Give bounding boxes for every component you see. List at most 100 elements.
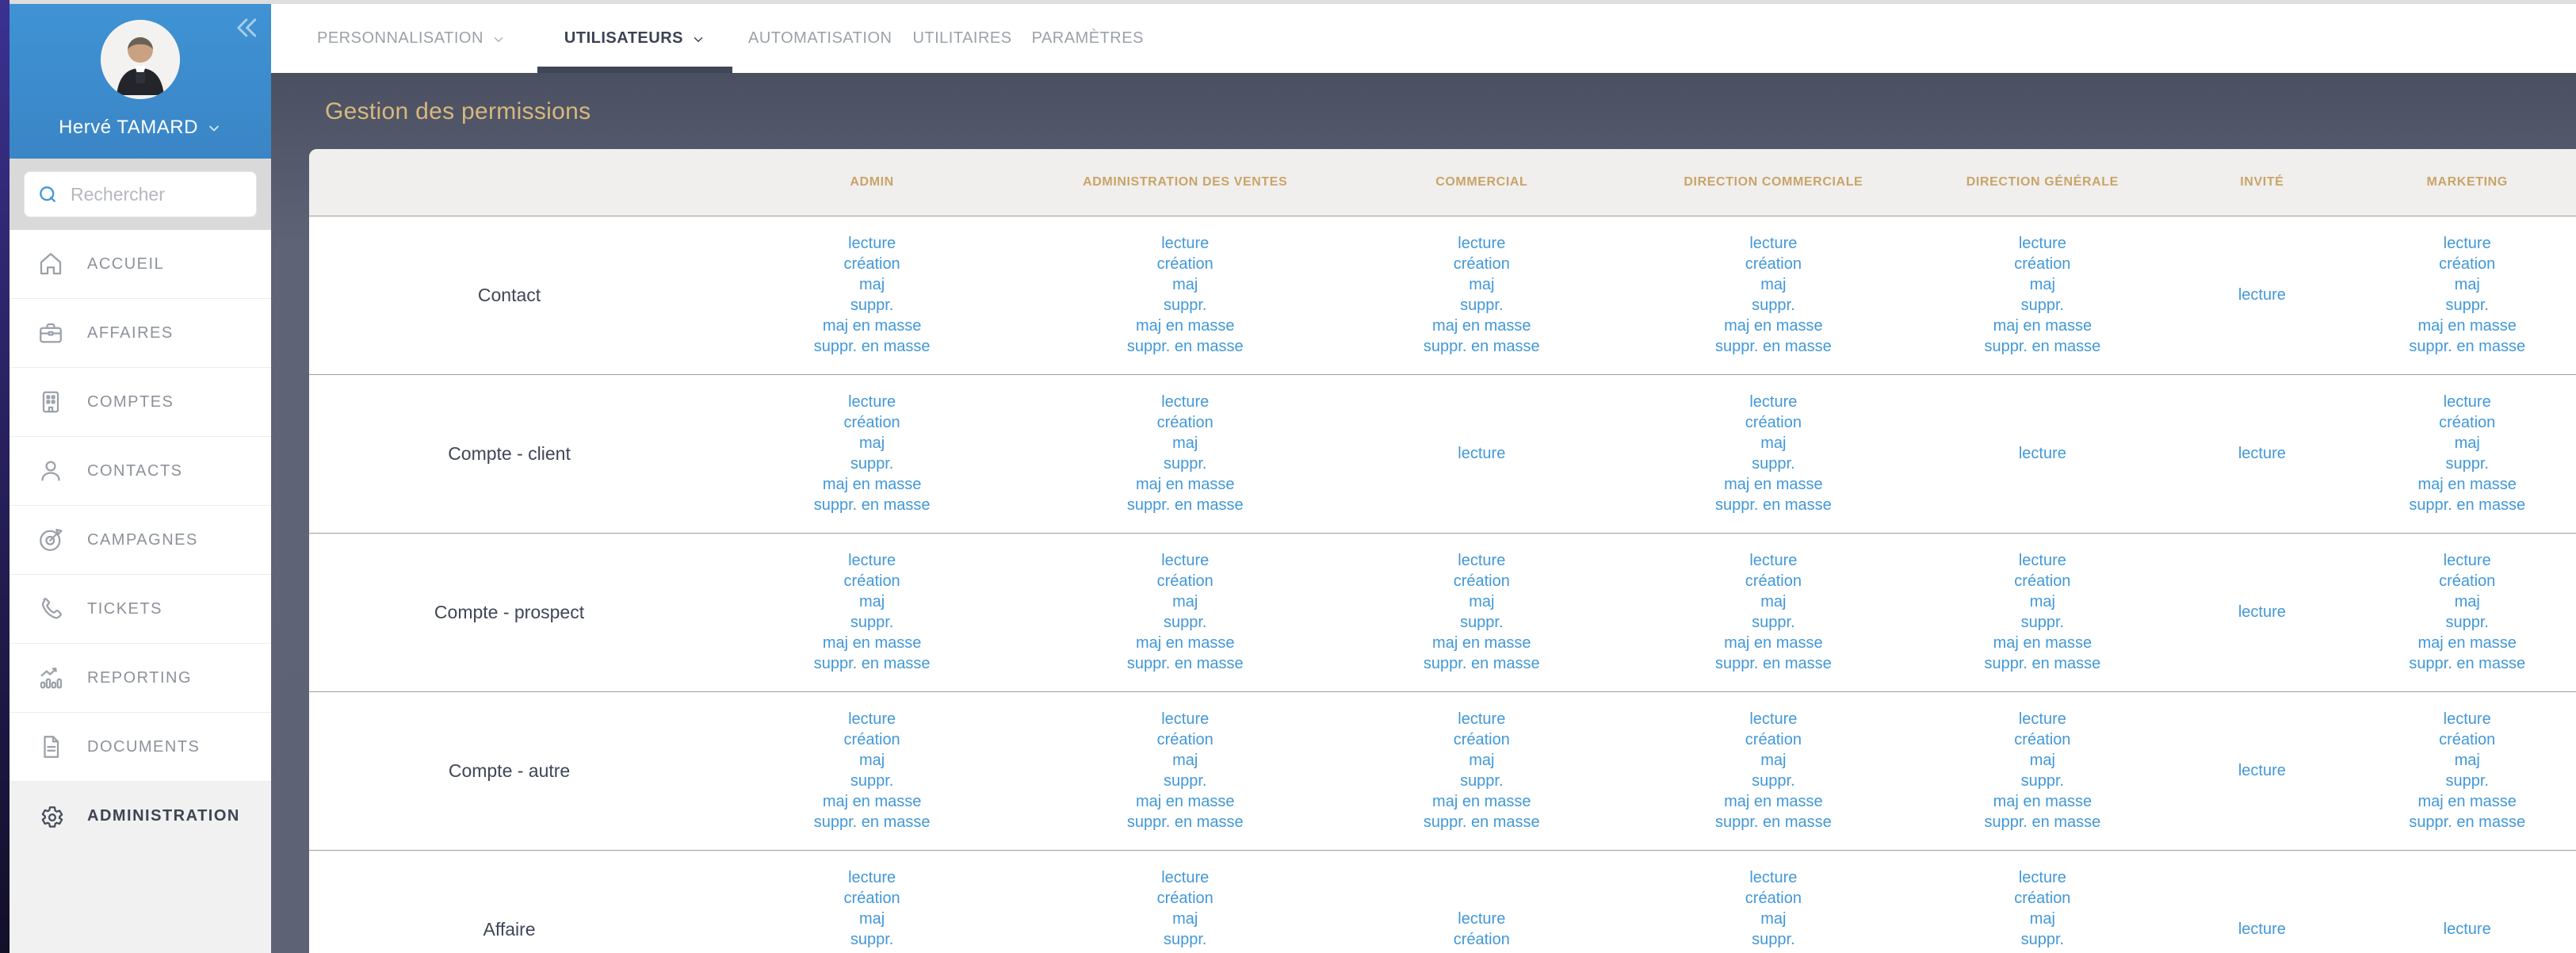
permission-link[interactable]: création	[709, 888, 1034, 909]
permission-link[interactable]: maj en masse	[1034, 316, 1336, 336]
permission-link[interactable]: maj	[709, 591, 1034, 612]
permission-link[interactable]: création	[709, 254, 1034, 274]
permission-link[interactable]: suppr.	[2358, 454, 2576, 474]
permission-link[interactable]: création	[2358, 412, 2576, 433]
permission-link[interactable]: suppr. en masse	[1034, 495, 1336, 515]
permission-link[interactable]: suppr.	[1034, 929, 1336, 950]
permission-link[interactable]: lecture	[1034, 550, 1336, 571]
permission-link[interactable]: maj en masse	[1919, 950, 2165, 953]
permission-link[interactable]: création	[1034, 729, 1336, 750]
permission-link[interactable]: maj en masse	[1034, 474, 1336, 495]
permission-link[interactable]: maj	[1034, 274, 1336, 295]
tab-utilitaires[interactable]: UTILITAIRES	[912, 4, 1011, 73]
permission-link[interactable]: lecture	[1034, 709, 1336, 729]
permission-link[interactable]: maj en masse	[2358, 633, 2576, 653]
permission-link[interactable]: suppr.	[1034, 612, 1336, 633]
permission-link[interactable]: lecture	[2358, 550, 2576, 571]
permission-link[interactable]: suppr. en masse	[2358, 336, 2576, 357]
permission-link[interactable]: lecture	[2165, 602, 2358, 622]
permission-link[interactable]: lecture	[1627, 550, 1919, 571]
permission-link[interactable]: maj en masse	[1336, 791, 1627, 812]
permission-link[interactable]: maj	[1919, 591, 2165, 612]
permission-link[interactable]: suppr. en masse	[1336, 653, 1627, 674]
sidebar-item-comptes[interactable]: COMPTES	[10, 368, 271, 437]
sidebar-item-contacts[interactable]: CONTACTS	[10, 437, 271, 506]
permission-link[interactable]: suppr.	[709, 612, 1034, 633]
permission-link[interactable]: maj	[709, 750, 1034, 771]
permission-link[interactable]: création	[1627, 729, 1919, 750]
permission-link[interactable]: maj en masse	[1627, 633, 1919, 653]
permission-link[interactable]: suppr. en masse	[709, 495, 1034, 515]
permission-link[interactable]: suppr. en masse	[2358, 812, 2576, 832]
permission-link[interactable]: maj en masse	[1336, 633, 1627, 653]
user-menu[interactable]: Hervé TAMARD	[10, 117, 271, 139]
permission-link[interactable]: création	[1034, 412, 1336, 433]
permission-link[interactable]: création	[709, 571, 1034, 591]
permission-link[interactable]: création	[1336, 929, 1627, 950]
collapse-sidebar-icon[interactable]	[230, 12, 262, 44]
permission-link[interactable]: création	[2358, 729, 2576, 750]
permission-link[interactable]: suppr.	[709, 771, 1034, 791]
permission-link[interactable]: suppr.	[2358, 612, 2576, 633]
permission-link[interactable]: création	[1919, 254, 2165, 274]
permission-link[interactable]: maj en masse	[1034, 633, 1336, 653]
permission-link[interactable]: suppr. en masse	[1034, 653, 1336, 674]
sidebar-item-administration[interactable]: ADMINISTRATION	[10, 782, 271, 851]
sidebar-item-tickets[interactable]: TICKETS	[10, 575, 271, 644]
permission-link[interactable]: maj en masse	[709, 633, 1034, 653]
permission-link[interactable]: maj en masse	[1627, 474, 1919, 495]
permission-link[interactable]: lecture	[2165, 285, 2358, 305]
permission-link[interactable]: suppr. en masse	[1919, 812, 2165, 832]
permission-link[interactable]: création	[1627, 412, 1919, 433]
permission-link[interactable]: suppr.	[2358, 295, 2576, 316]
permission-link[interactable]: maj	[1919, 274, 2165, 295]
permission-link[interactable]: maj en masse	[1919, 791, 2165, 812]
permission-link[interactable]: création	[1034, 888, 1336, 909]
permission-link[interactable]: suppr.	[2358, 771, 2576, 791]
permission-link[interactable]: lecture	[1919, 443, 2165, 464]
permission-link[interactable]: maj	[1336, 591, 1627, 612]
permission-link[interactable]: création	[1034, 571, 1336, 591]
permission-link[interactable]: maj en masse	[1627, 950, 1919, 953]
permission-link[interactable]: lecture	[1336, 233, 1627, 254]
tab-automatisation[interactable]: AUTOMATISATION	[748, 4, 892, 73]
permission-link[interactable]: maj	[2358, 591, 2576, 612]
permission-link[interactable]: lecture	[2165, 760, 2358, 781]
permission-link[interactable]: suppr.	[1919, 771, 2165, 791]
permission-link[interactable]: lecture	[1919, 233, 2165, 254]
permission-link[interactable]: maj	[2358, 433, 2576, 454]
permission-link[interactable]: suppr.	[1627, 771, 1919, 791]
permission-link[interactable]: maj en masse	[1627, 316, 1919, 336]
permission-link[interactable]: maj en masse	[1034, 950, 1336, 953]
permission-link[interactable]: création	[1627, 571, 1919, 591]
permission-link[interactable]: suppr. en masse	[1627, 336, 1919, 357]
permission-link[interactable]: suppr.	[1919, 295, 2165, 316]
permission-link[interactable]: suppr. en masse	[1919, 653, 2165, 674]
permission-link[interactable]: suppr. en masse	[1034, 336, 1336, 357]
permission-link[interactable]: lecture	[1627, 392, 1919, 412]
permission-link[interactable]: lecture	[1919, 550, 2165, 571]
permission-link[interactable]: maj	[1034, 750, 1336, 771]
permission-link[interactable]: maj	[1034, 909, 1336, 929]
permission-link[interactable]: suppr. en masse	[709, 336, 1034, 357]
permission-link[interactable]: suppr. en masse	[2358, 653, 2576, 674]
permission-link[interactable]: maj	[1627, 591, 1919, 612]
permission-link[interactable]: maj	[1919, 750, 2165, 771]
permission-link[interactable]: maj en masse	[1919, 316, 2165, 336]
permission-link[interactable]: maj en masse	[709, 474, 1034, 495]
permission-link[interactable]: lecture	[2165, 443, 2358, 464]
permission-link[interactable]: création	[1627, 888, 1919, 909]
permission-link[interactable]: maj	[709, 433, 1034, 454]
permission-link[interactable]: maj	[1627, 909, 1919, 929]
permission-link[interactable]: lecture	[2358, 919, 2576, 940]
permission-link[interactable]: lecture	[2358, 709, 2576, 729]
permission-link[interactable]: création	[1919, 571, 2165, 591]
permission-link[interactable]: suppr. en masse	[1627, 653, 1919, 674]
permission-link[interactable]: lecture	[1627, 867, 1919, 888]
permission-link[interactable]: lecture	[1034, 392, 1336, 412]
permission-link[interactable]: création	[1336, 571, 1627, 591]
permission-link[interactable]: maj en masse	[2358, 474, 2576, 495]
permission-link[interactable]: suppr. en masse	[709, 653, 1034, 674]
permission-link[interactable]: suppr.	[1627, 454, 1919, 474]
permission-link[interactable]: lecture	[2358, 233, 2576, 254]
